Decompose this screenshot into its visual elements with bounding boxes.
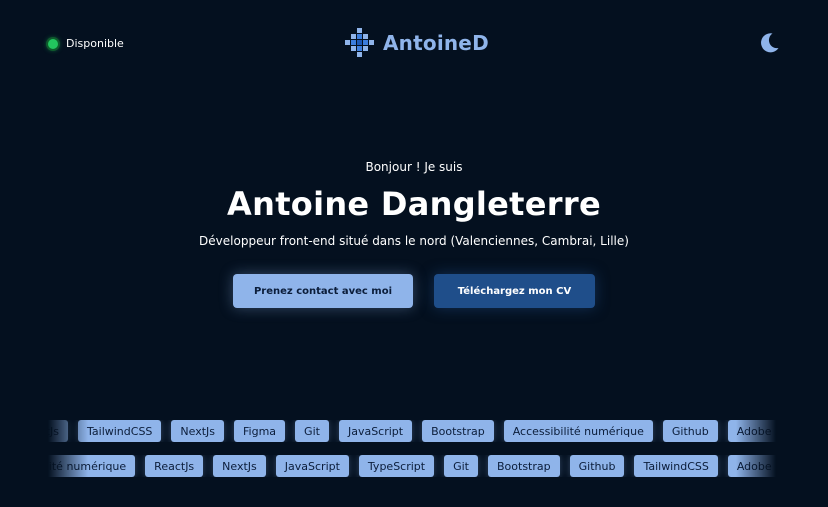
- skills-marquee-row-1: ReactJs TailwindCSS NextJs Figma Git Jav…: [48, 420, 776, 442]
- skill-tag: Figma: [234, 420, 286, 442]
- skill-tag: Adobe XD: [727, 420, 776, 442]
- skill-tag: Github: [662, 420, 718, 442]
- hero-subtitle: Développeur front-end situé dans le nord…: [199, 234, 629, 248]
- skill-tag: TailwindCSS: [78, 420, 162, 442]
- hero-section: Bonjour ! Je suis Antoine Dangleterre Dé…: [0, 160, 828, 248]
- site-header: Disponible AntoineD: [0, 0, 828, 88]
- logo-text: AntoineD: [383, 30, 489, 55]
- skill-tag: Accessibilité numérique: [48, 455, 136, 477]
- skill-tag: NextJs: [213, 455, 266, 477]
- skill-tag: Bootstrap: [422, 420, 494, 442]
- skill-tag: JavaScript: [338, 420, 413, 442]
- skill-tag: Git: [295, 420, 329, 442]
- logo-link[interactable]: AntoineD: [345, 28, 489, 57]
- skill-tag: TypeScript: [358, 455, 435, 477]
- status-dot-icon: [48, 38, 58, 49]
- theme-toggle-button[interactable]: [757, 31, 781, 55]
- skills-marquee-row-2: Accessibilité numérique ReactJs NextJs J…: [48, 455, 776, 477]
- skill-tag: Bootstrap: [488, 455, 560, 477]
- skill-tag: NextJs: [171, 420, 225, 442]
- availability-status: Disponible: [48, 37, 124, 50]
- skill-tag: Git: [444, 455, 478, 477]
- moon-icon: [761, 33, 779, 53]
- skill-tag: Adobe XD: [727, 455, 776, 477]
- download-cv-button[interactable]: Téléchargez mon CV: [434, 274, 595, 308]
- skill-tag: ReactJs: [48, 420, 68, 442]
- skills-track-2: Accessibilité numérique ReactJs NextJs J…: [48, 455, 776, 477]
- hero-name: Antoine Dangleterre: [227, 185, 601, 223]
- status-label: Disponible: [66, 37, 124, 50]
- hero-greeting: Bonjour ! Je suis: [365, 160, 463, 174]
- skill-tag: Github: [569, 455, 625, 477]
- skill-tag: JavaScript: [275, 455, 349, 477]
- contact-button[interactable]: Prenez contact avec moi: [233, 274, 413, 308]
- skill-tag: TailwindCSS: [634, 455, 718, 477]
- skill-tag: ReactJs: [145, 455, 204, 477]
- logo-pixel-icon: [345, 28, 374, 57]
- skills-track-1: ReactJs TailwindCSS NextJs Figma Git Jav…: [48, 420, 776, 442]
- skill-tag: Accessibilité numérique: [503, 420, 653, 442]
